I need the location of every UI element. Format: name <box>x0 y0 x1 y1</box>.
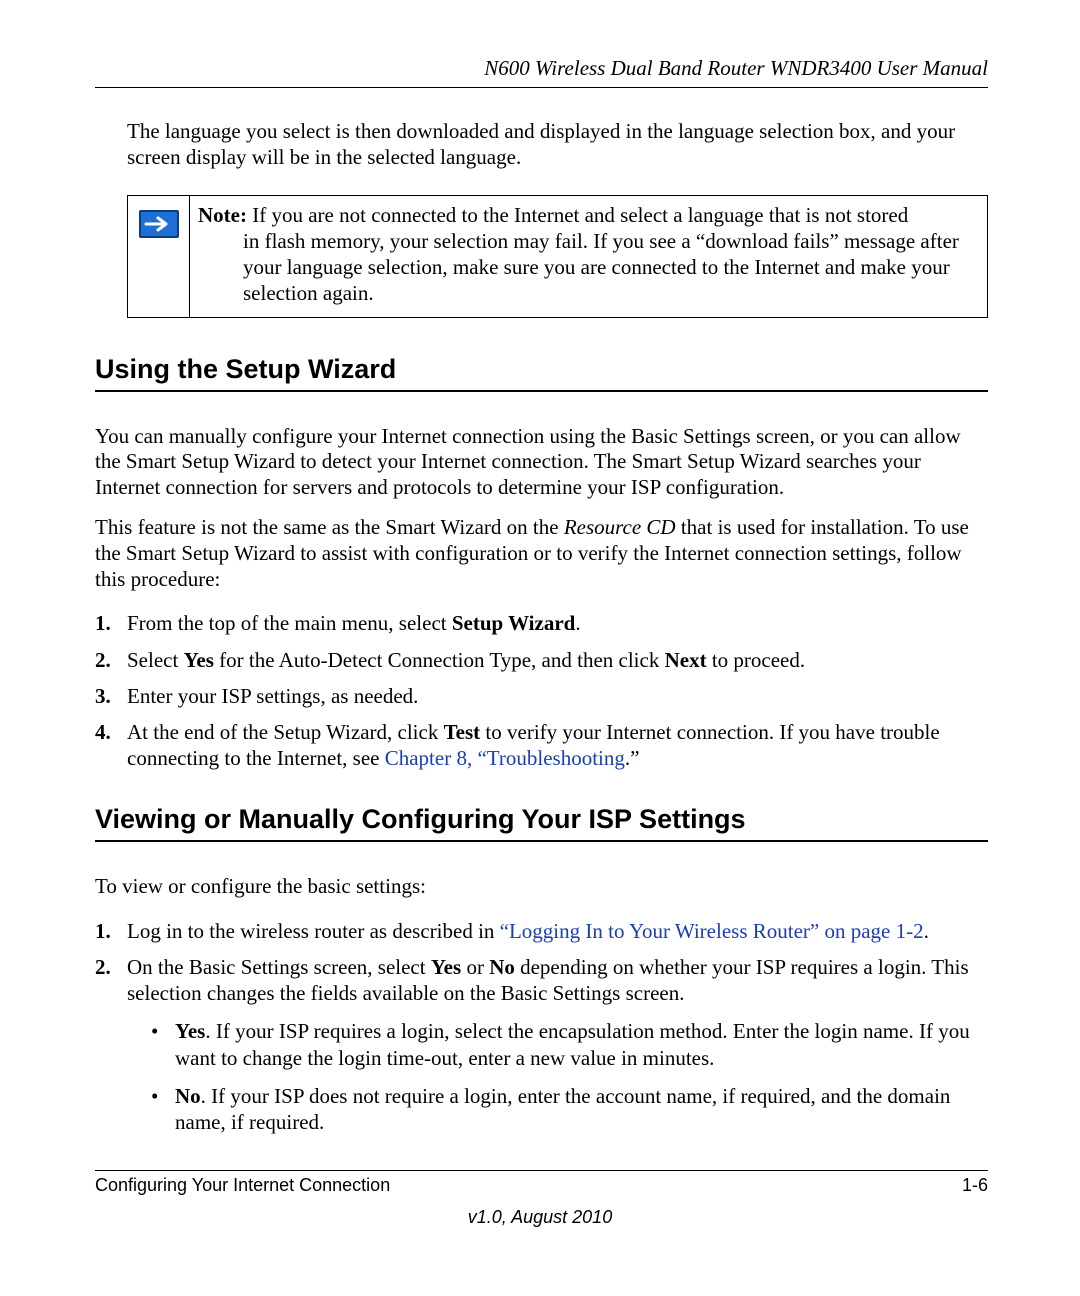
link-troubleshooting[interactable]: Chapter 8, “Troubleshooting <box>385 746 625 770</box>
step-4: At the end of the Setup Wizard, click Te… <box>95 719 988 772</box>
section-heading-setup-wizard: Using the Setup Wizard <box>95 354 988 392</box>
isp-sub-list: Yes. If your ISP requires a login, selec… <box>147 1018 988 1135</box>
intro-paragraph: The language you select is then download… <box>127 118 988 171</box>
para-setup-1: You can manually configure your Internet… <box>95 424 988 501</box>
footer-chapter: Configuring Your Internet Connection <box>95 1175 390 1196</box>
para-setup-2: This feature is not the same as the Smar… <box>95 515 988 592</box>
note-box: Note: If you are not connected to the In… <box>127 195 988 318</box>
section-heading-isp-settings: Viewing or Manually Configuring Your ISP… <box>95 804 988 842</box>
isp-steps: Log in to the wireless router as describ… <box>95 918 988 1136</box>
footer-page-number: 1-6 <box>962 1175 988 1196</box>
note-line1: If you are not connected to the Internet… <box>247 203 908 227</box>
isp-step-2: On the Basic Settings screen, select Yes… <box>95 954 988 1136</box>
manual-page: N600 Wireless Dual Band Router WNDR3400 … <box>0 0 1080 1296</box>
note-rest: in flash memory, your selection may fail… <box>198 228 979 307</box>
link-logging-in[interactable]: “Logging In to Your Wireless Router” on … <box>500 919 924 943</box>
note-icon-cell <box>128 196 190 317</box>
note-label: Note: <box>198 203 247 227</box>
note-text: Note: If you are not connected to the In… <box>190 196 987 317</box>
step-1: From the top of the main menu, select Se… <box>95 610 988 636</box>
isp-sub-no: No. If your ISP does not require a login… <box>147 1083 988 1136</box>
isp-sub-yes: Yes. If your ISP requires a login, selec… <box>147 1018 988 1071</box>
step-2: Select Yes for the Auto-Detect Connectio… <box>95 647 988 673</box>
page-footer: Configuring Your Internet Connection 1-6 <box>95 1170 988 1196</box>
resource-cd-em: Resource CD <box>564 515 676 539</box>
step-3: Enter your ISP settings, as needed. <box>95 683 988 709</box>
arrow-right-icon <box>139 210 179 238</box>
para-isp-1: To view or configure the basic settings: <box>95 874 988 900</box>
isp-step-1: Log in to the wireless router as describ… <box>95 918 988 944</box>
doc-title: N600 Wireless Dual Band Router WNDR3400 … <box>484 56 988 80</box>
setup-wizard-steps: From the top of the main menu, select Se… <box>95 610 988 771</box>
footer-version: v1.0, August 2010 <box>0 1207 1080 1228</box>
doc-header: N600 Wireless Dual Band Router WNDR3400 … <box>95 56 988 88</box>
